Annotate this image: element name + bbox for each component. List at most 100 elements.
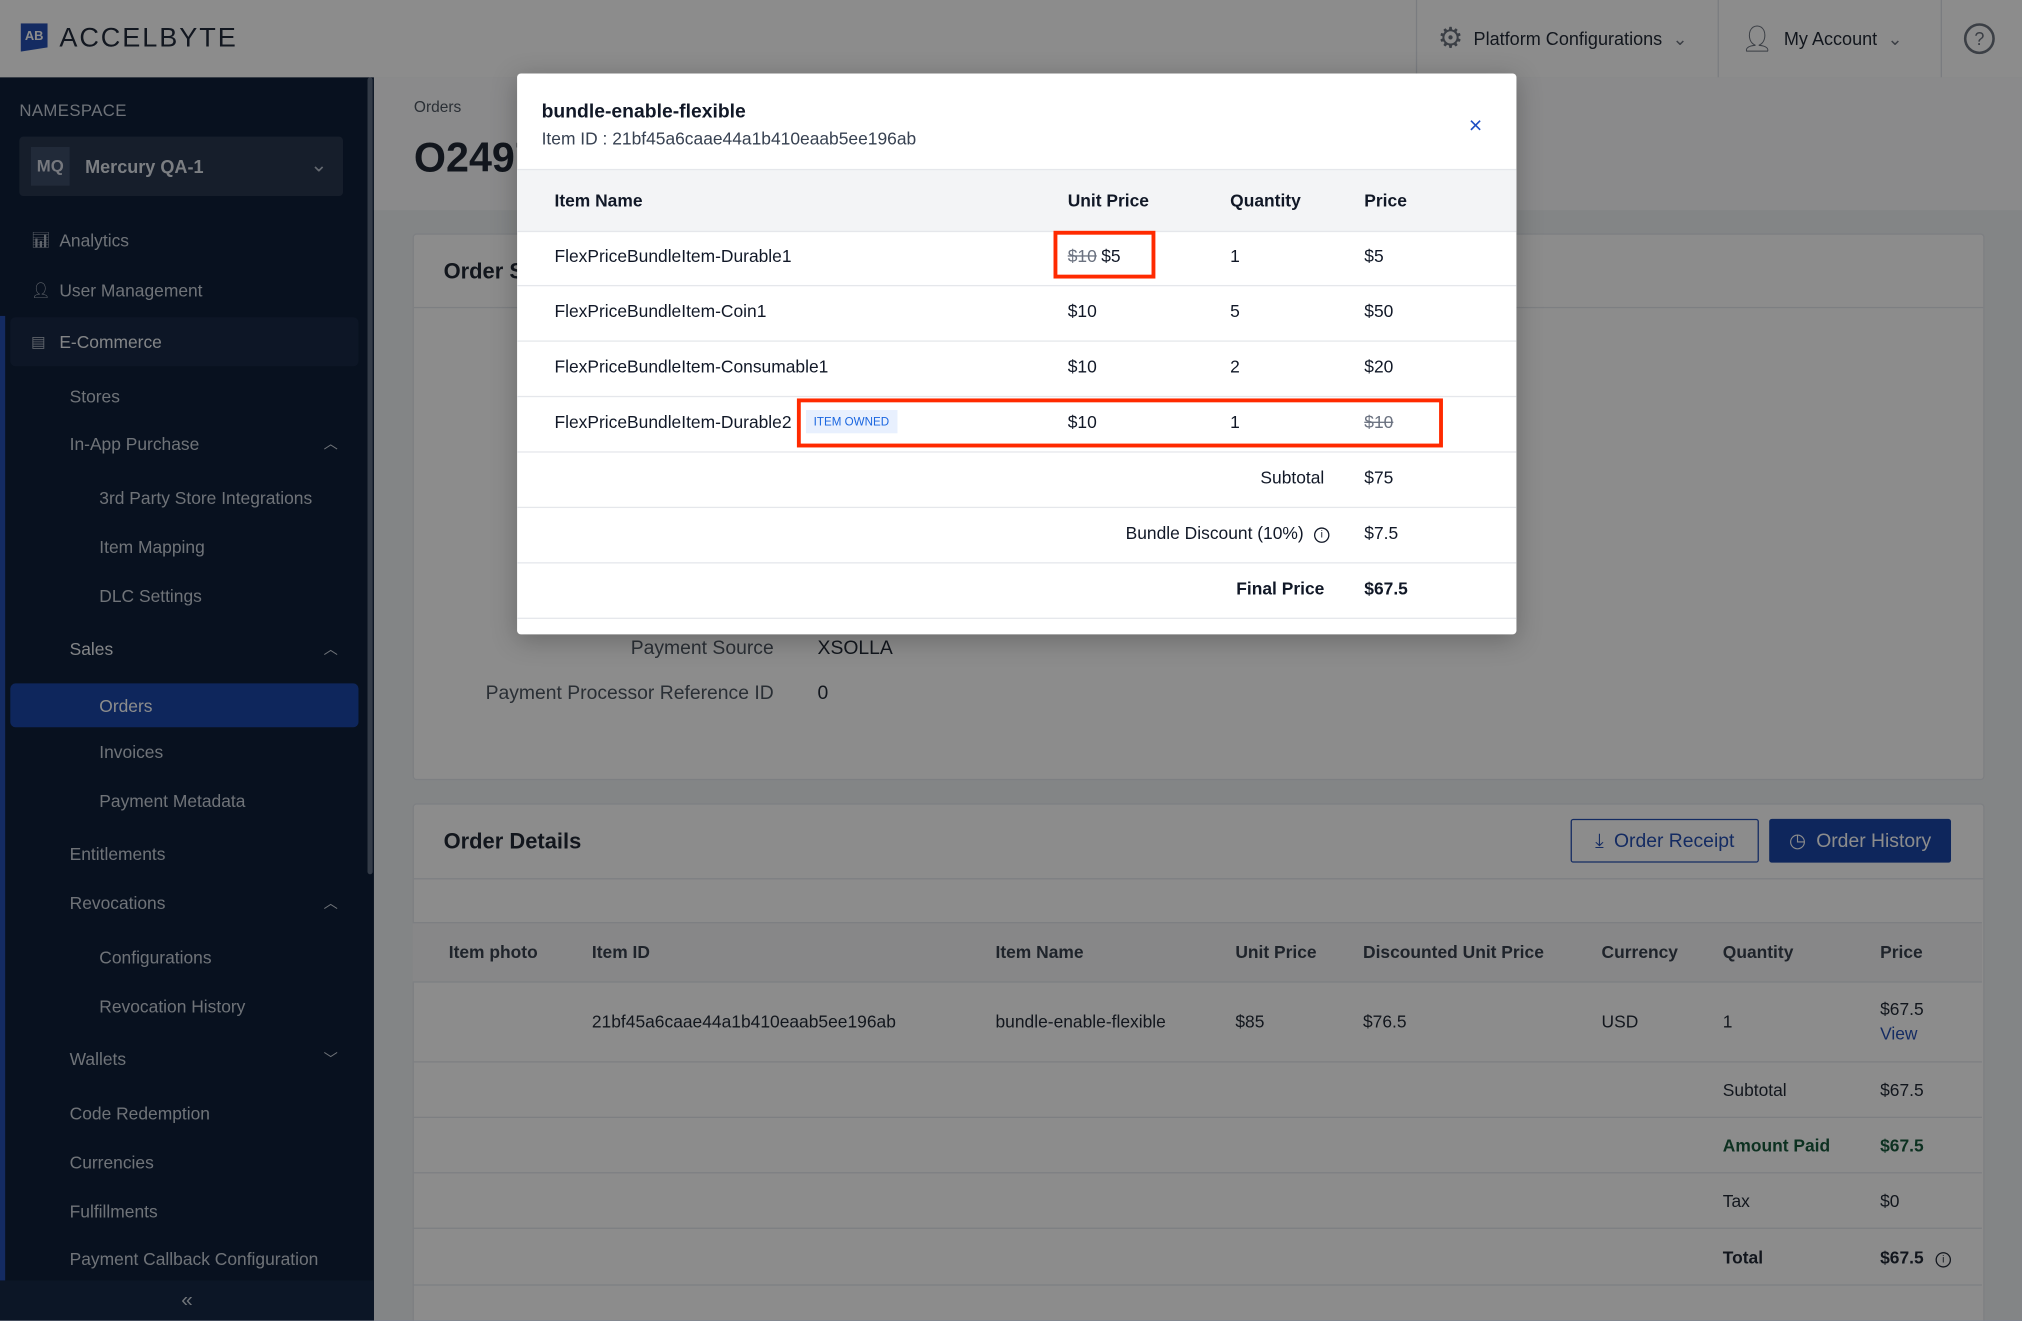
tax-value: $0	[1880, 1191, 1900, 1211]
sidebar-item-3rd-party-store-integrations[interactable]: 3rd Party Store Integrations	[10, 476, 358, 520]
bundle-items-modal: bundle-enable-flexible Item ID : 21bf45a…	[517, 73, 1517, 635]
sidebar-item-analytics[interactable]: 📊︎ Analytics	[10, 218, 358, 262]
breadcrumb[interactable]: Orders	[414, 98, 461, 116]
namespace-badge: MQ	[30, 147, 70, 186]
sidebar-item-entitlements[interactable]: Entitlements	[10, 832, 358, 876]
sidebar-item-e-commerce[interactable]: ▤ E-Commerce	[10, 317, 359, 367]
sidebar-item-label: Sales	[69, 638, 114, 659]
sidebar-item-label: Currencies	[69, 1152, 154, 1172]
card-title: Order S	[443, 259, 525, 284]
view-link[interactable]: View	[1880, 1024, 1917, 1043]
sidebar-item-wallets[interactable]: Wallets ﹀	[10, 1037, 358, 1081]
info-icon[interactable]: i	[1314, 527, 1330, 543]
subtotal-row: Subtotal $75	[517, 451, 1517, 509]
subtotal-label: Subtotal	[1722, 1080, 1787, 1100]
sidebar-item-currencies[interactable]: Currencies	[10, 1140, 358, 1184]
sidebar-item-label: Fulfillments	[69, 1201, 158, 1221]
gear-icon: ⚙	[1437, 21, 1464, 55]
total-value: $67.5	[1880, 1248, 1924, 1268]
unit-price: $10	[1067, 412, 1097, 432]
sidebar-scrollbar[interactable]	[367, 77, 373, 875]
divider	[412, 1061, 1982, 1063]
sidebar-item-item-mapping[interactable]: Item Mapping	[10, 525, 358, 569]
price: $20	[1364, 357, 1394, 377]
my-account-menu[interactable]: 👤︎ My Account ⌄	[1741, 0, 1903, 77]
divider	[412, 1172, 1982, 1174]
accelbyte-logo-icon: AB	[20, 23, 48, 52]
namespace-name: Mercury QA-1	[85, 156, 204, 177]
final-price-row: Final Price $67.5	[517, 562, 1517, 619]
order-receipt-button[interactable]: ⤓ Order Receipt	[1570, 818, 1759, 863]
user-icon: 👤︎	[1740, 25, 1774, 54]
sidebar-item-label: Configurations	[99, 947, 212, 967]
info-icon[interactable]: i	[1935, 1252, 1952, 1268]
sidebar-item-user-management[interactable]: 👤︎ User Management	[10, 268, 358, 312]
sidebar-item-label: Invoices	[99, 742, 164, 762]
table-row: FlexPriceBundleItem-Coin1 $10 5 $50	[517, 285, 1517, 342]
unit-price: $10	[1067, 357, 1097, 377]
collapse-sidebar-button[interactable]: «	[0, 1280, 374, 1321]
bundle-discount-row: Bundle Discount (10%) i $7.5	[517, 507, 1517, 564]
sidebar-item-payment-callback-configuration[interactable]: Payment Callback Configuration	[10, 1237, 358, 1281]
sidebar-item-label: 3rd Party Store Integrations	[99, 488, 313, 508]
price: $10	[1364, 412, 1394, 432]
order-history-button[interactable]: ◷ Order History	[1769, 818, 1952, 863]
sidebar-item-stores[interactable]: Stores	[10, 374, 358, 418]
quantity: 2	[1230, 357, 1240, 377]
column-header: Quantity	[1722, 942, 1794, 962]
clock-icon: ◷	[1788, 830, 1806, 853]
sidebar-item-label: Revocation History	[99, 996, 246, 1016]
sidebar-item-invoices[interactable]: Invoices	[10, 730, 358, 774]
payment-processor-reference-label: Payment Processor Reference ID	[485, 682, 774, 705]
modal-item-id: Item ID : 21bf45a6caae44a1b410eaab5ee196…	[541, 128, 917, 149]
quantity: 1	[1230, 412, 1240, 432]
section-accent-bar	[0, 315, 6, 1281]
column-header: Item Name	[554, 190, 643, 211]
sidebar-item-in-app-purchase[interactable]: In-App Purchase ︿	[10, 422, 358, 466]
chevron-down-icon: ⌄	[1672, 27, 1688, 49]
my-account-label: My Account	[1783, 28, 1878, 50]
table-row: FlexPriceBundleItem-Durable1 $10 $5 1 $5	[517, 230, 1517, 287]
quantity: 5	[1230, 301, 1240, 322]
button-label: Order Receipt	[1613, 829, 1735, 852]
sidebar-item-label: Entitlements	[69, 843, 166, 864]
download-icon: ⤓	[1595, 829, 1604, 852]
sidebar-item-orders[interactable]: Orders	[10, 683, 359, 728]
sidebar-item-payment-metadata[interactable]: Payment Metadata	[10, 779, 358, 823]
sidebar-item-sales[interactable]: Sales ︿	[10, 627, 358, 671]
divider	[1415, 0, 1418, 78]
column-header: Item photo	[448, 942, 538, 962]
divider	[412, 1284, 1982, 1286]
help-icon[interactable]: ?	[1963, 23, 1995, 55]
column-header: Quantity	[1230, 190, 1301, 211]
original-unit-price: $10	[1067, 246, 1097, 266]
bundle-discount-label: Bundle Discount (10%)	[1125, 523, 1304, 543]
column-header: Item Name	[995, 942, 1084, 962]
sidebar-item-label: Analytics	[59, 230, 129, 250]
divider	[1717, 0, 1719, 78]
table-row: FlexPriceBundleItem-Durable2 ITEM OWNED …	[517, 396, 1517, 453]
namespace-select[interactable]: MQ Mercury QA-1 ⌄	[19, 136, 344, 197]
column-header: Price	[1880, 942, 1923, 962]
bundle-discount-value: $7.5	[1364, 523, 1399, 543]
order-details-table-header: Item photo Item ID Item Name Unit Price …	[412, 921, 1982, 983]
final-price-label: Final Price	[1236, 578, 1325, 599]
sidebar-item-label: Payment Metadata	[99, 791, 246, 811]
column-header: Item ID	[591, 942, 650, 962]
divider	[412, 1227, 1982, 1229]
platform-configurations-menu[interactable]: ⚙ Platform Configurations ⌄	[1438, 0, 1688, 77]
sidebar-item-fulfillments[interactable]: Fulfillments	[10, 1189, 358, 1233]
sidebar-item-configurations[interactable]: Configurations	[10, 935, 358, 979]
modal-title: bundle-enable-flexible	[541, 100, 746, 123]
sidebar-item-label: DLC Settings	[99, 586, 202, 606]
close-icon[interactable]: ×	[1469, 112, 1483, 139]
sidebar-item-revocations[interactable]: Revocations ︿	[10, 881, 358, 925]
sidebar-item-revocation-history[interactable]: Revocation History	[10, 984, 358, 1028]
sidebar-item-dlc-settings[interactable]: DLC Settings	[10, 574, 358, 618]
sidebar-item-code-redemption[interactable]: Code Redemption	[10, 1091, 358, 1135]
unit-price: $5	[1101, 246, 1121, 266]
amount-paid-label: Amount Paid	[1722, 1136, 1831, 1156]
item-name: FlexPriceBundleItem-Coin1	[554, 301, 767, 322]
table-row: FlexPriceBundleItem-Consumable1 $10 2 $2…	[517, 340, 1517, 398]
chevron-down-icon: ⌄	[1887, 27, 1903, 49]
